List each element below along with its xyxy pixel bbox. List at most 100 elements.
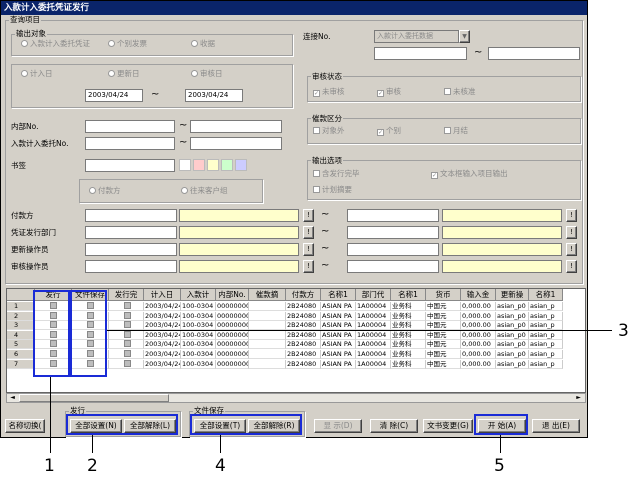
grid-cell: asian_p0 xyxy=(496,359,529,369)
range-updater-name-from[interactable] xyxy=(179,243,299,256)
radio-update-date[interactable]: 更新日 xyxy=(108,69,140,79)
radio-individual-invoice[interactable]: 个别发票 xyxy=(108,39,147,49)
grid-cell: 2B24080 xyxy=(286,330,321,340)
check-excluded[interactable]: 对象外 xyxy=(313,126,345,136)
grid-header[interactable]: 部门代 xyxy=(356,289,391,301)
issued-checkbox[interactable] xyxy=(109,350,144,359)
check-unapproved[interactable]: 未核准 xyxy=(444,87,476,97)
connection-from-field[interactable] xyxy=(374,47,467,60)
range-auditor-lookup-from[interactable]: ! xyxy=(303,260,314,273)
bookmark-field[interactable] xyxy=(85,159,175,172)
grid-header[interactable]: 输入金 xyxy=(461,289,496,301)
range-updater-lookup-from[interactable]: ! xyxy=(303,243,314,256)
grid-cell: 0,000.00 xyxy=(461,350,496,359)
radio-client-group[interactable]: 往来客户组 xyxy=(181,186,228,196)
issued-checkbox[interactable] xyxy=(109,340,144,350)
radio-individual-invoice-label: 个别发票 xyxy=(117,39,147,48)
grid-header[interactable]: 内部No. xyxy=(216,289,249,301)
internal-no-to[interactable] xyxy=(190,120,282,133)
grid-cell: 00000000 xyxy=(216,302,249,311)
check-textbox-output[interactable]: ✓ 文本框输入项目输出 xyxy=(431,169,508,179)
scroll-thumb[interactable] xyxy=(19,394,169,402)
connection-select[interactable]: 入款计入委托数据 xyxy=(374,30,459,43)
date-to-field[interactable]: 2003/04/24 xyxy=(185,89,243,102)
range-dept-code-to[interactable] xyxy=(347,226,439,239)
bookmark-swatch-blue[interactable] xyxy=(235,159,247,171)
bookmark-swatch-yellow[interactable] xyxy=(207,159,219,171)
grid-header[interactable]: 入款计 xyxy=(181,289,216,301)
date-from-field[interactable]: 2003/04/24 xyxy=(85,89,143,102)
range-payer-lookup-from[interactable]: ! xyxy=(303,209,314,222)
bookmark-swatch-green[interactable] xyxy=(221,159,233,171)
range-updater-name-to[interactable] xyxy=(442,243,562,256)
radio-voucher[interactable]: 入款计入委托凭证 xyxy=(21,39,90,49)
range-payer-code-from[interactable] xyxy=(85,209,177,222)
issued-checkbox[interactable] xyxy=(109,302,144,311)
range-dept-name-from[interactable] xyxy=(179,226,299,239)
issued-checkbox[interactable] xyxy=(109,330,144,340)
radio-payer[interactable]: 付款方 xyxy=(89,186,121,196)
range-payer-name-from[interactable] xyxy=(179,209,299,222)
grid-header[interactable]: 发行完 xyxy=(109,289,144,301)
grid-cell: asian_p xyxy=(529,311,563,321)
range-dept-lookup-to[interactable]: ! xyxy=(566,226,577,239)
radio-audit-date[interactable]: 审核日 xyxy=(191,69,223,79)
range-auditor-lookup-to[interactable]: ! xyxy=(566,260,577,273)
checkbox-icon xyxy=(313,127,320,134)
grid-header[interactable]: 名称1 xyxy=(321,289,356,301)
radio-entry-date[interactable]: 计入日 xyxy=(21,69,53,79)
grid-header[interactable]: 计入日 xyxy=(144,289,181,301)
range-dept-code-from[interactable] xyxy=(85,226,177,239)
check-include-issued[interactable]: 含发行完毕 xyxy=(313,169,360,179)
exit-button[interactable]: 退 出(E) xyxy=(532,419,580,433)
check-individual[interactable]: ✓ 个别 xyxy=(377,126,401,136)
range-dept-name-to[interactable] xyxy=(442,226,562,239)
grid-hscroll[interactable]: ◄ ► xyxy=(6,393,586,403)
grid-header[interactable]: 名称1 xyxy=(529,289,563,301)
range-updater-code-to[interactable] xyxy=(347,243,439,256)
grid-cell: 业务科 xyxy=(391,321,426,331)
clear-button[interactable]: 清 除(C) xyxy=(370,419,418,433)
range-auditor-code-to[interactable] xyxy=(347,260,439,273)
range-payer-name-to[interactable] xyxy=(442,209,562,222)
check-unaudited[interactable]: ✓ 未审核 xyxy=(313,87,345,97)
range-updater-code-from[interactable] xyxy=(85,243,177,256)
range-payer-code-to[interactable] xyxy=(347,209,439,222)
range-auditor-name-from[interactable] xyxy=(179,260,299,273)
grid-header[interactable]: 催款摘 xyxy=(249,289,286,301)
chevron-down-icon[interactable]: ▼ xyxy=(459,30,470,43)
check-plan-summary[interactable]: 计划摘要 xyxy=(313,185,352,195)
issued-checkbox[interactable] xyxy=(109,311,144,321)
connection-to-field[interactable] xyxy=(488,47,580,60)
check-monthly[interactable]: 月结 xyxy=(444,126,468,136)
grid-cell: 100-0304 xyxy=(181,359,216,369)
scroll-left-icon[interactable]: ◄ xyxy=(8,394,17,402)
issued-checkbox[interactable] xyxy=(109,321,144,331)
range-updater-lookup-to[interactable]: ! xyxy=(566,243,577,256)
display-button[interactable]: 显 示(D) xyxy=(314,419,362,433)
range-dept-lookup-from[interactable]: ! xyxy=(303,226,314,239)
bookmark-swatch-red[interactable] xyxy=(193,159,205,171)
radio-icon xyxy=(181,187,188,194)
grid-header[interactable]: 更新操 xyxy=(496,289,529,301)
grid-cell: 业务科 xyxy=(391,311,426,321)
checkbox-icon xyxy=(124,350,131,357)
radio-receipt[interactable]: 收据 xyxy=(191,39,215,49)
name-toggle-button[interactable]: 名称切换( xyxy=(5,419,45,433)
grid-header[interactable]: 付款方 xyxy=(286,289,321,301)
grid-cell: asian_p xyxy=(529,340,563,350)
text-change-button[interactable]: 文书变更(G) xyxy=(423,419,473,433)
internal-no-from[interactable] xyxy=(85,120,175,133)
scroll-right-icon[interactable]: ► xyxy=(574,394,583,402)
range-payer-lookup-to[interactable]: ! xyxy=(566,209,577,222)
check-audited[interactable]: ✓ 审核 xyxy=(377,87,401,97)
grid-header[interactable]: 货币 xyxy=(426,289,461,301)
grid-header[interactable]: 名称1 xyxy=(391,289,426,301)
entrust-no-from[interactable] xyxy=(85,137,175,150)
grid-cell: 中国元 xyxy=(426,311,461,321)
issued-checkbox[interactable] xyxy=(109,359,144,369)
entrust-no-to[interactable] xyxy=(190,137,282,150)
range-auditor-name-to[interactable] xyxy=(442,260,562,273)
range-auditor-code-from[interactable] xyxy=(85,260,177,273)
bookmark-swatch-white[interactable] xyxy=(179,159,191,171)
